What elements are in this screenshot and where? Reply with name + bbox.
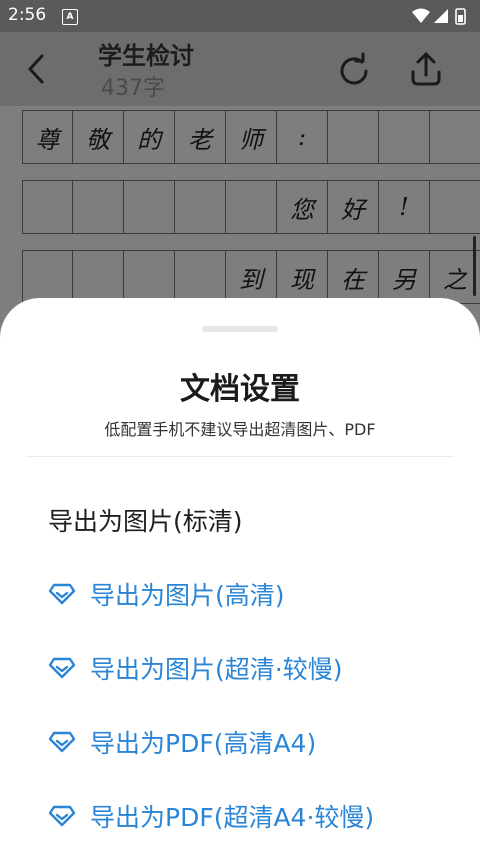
signal-icon xyxy=(434,9,448,23)
share-button[interactable] xyxy=(405,48,447,90)
sheet-title: 文档设置 xyxy=(180,372,300,407)
export-image-uhd-option[interactable]: 导出为图片(超清·较慢) xyxy=(48,648,342,688)
app-bar: 学生检讨 437字 xyxy=(0,32,480,106)
grid-cell xyxy=(22,251,73,303)
sheet-subtitle: 低配置手机不建议导出超清图片、PDF xyxy=(104,420,376,439)
export-image-hd-option[interactable]: 导出为图片(高清) xyxy=(48,574,285,614)
status-time: 2:56 xyxy=(8,5,47,25)
grid-cell xyxy=(73,251,124,303)
scrollbar[interactable] xyxy=(473,236,476,296)
export-pdf-uhd-option[interactable]: 导出为PDF(超清A4·较慢) xyxy=(48,796,374,836)
grid-cell xyxy=(379,111,430,163)
grid-cell xyxy=(328,111,379,163)
grid-cell: 您 xyxy=(277,181,328,233)
refresh-icon xyxy=(340,52,368,85)
grid-cell: 敬 xyxy=(73,111,124,163)
grid-cell: 在 xyxy=(328,251,379,303)
writing-grid: 尊 敬 的 老 师 : 您 好 ! 到 现 在 另 之 xyxy=(22,110,480,320)
divider xyxy=(26,456,454,457)
diamond-icon xyxy=(48,583,76,605)
document-settings-sheet: 文档设置 低配置手机不建议导出超清图片、PDF 导出为图片(标清) 导出为图片(… xyxy=(0,298,480,855)
grid-cell xyxy=(175,181,226,233)
grid-cell xyxy=(124,251,175,303)
option-label: 导出为PDF(超清A4·较慢) xyxy=(90,803,375,832)
wifi-icon xyxy=(412,8,430,23)
grid-cell: 老 xyxy=(175,111,226,163)
grid-cell: 师 xyxy=(226,111,277,163)
option-label: 导出为图片(高清) xyxy=(90,581,285,610)
grid-cell xyxy=(175,251,226,303)
status-bar: 2:56 A xyxy=(0,0,480,32)
grid-cell xyxy=(226,181,277,233)
export-pdf-hd-option[interactable]: 导出为PDF(高清A4) xyxy=(48,722,316,762)
grid-cell xyxy=(22,181,73,233)
grid-cell: 尊 xyxy=(22,111,73,163)
option-label: 导出为PDF(高清A4) xyxy=(90,729,317,758)
upload-icon xyxy=(411,52,441,86)
notification-icon: A xyxy=(62,9,78,25)
refresh-button[interactable] xyxy=(335,52,373,90)
grid-row: 到 现 在 另 之 xyxy=(22,250,480,304)
grid-cell xyxy=(430,111,480,163)
grid-cell xyxy=(430,181,480,233)
grid-cell: ! xyxy=(379,181,430,233)
grid-row: 您 好 ! xyxy=(22,180,480,234)
drag-handle[interactable] xyxy=(202,326,278,332)
grid-cell xyxy=(124,181,175,233)
grid-cell: : xyxy=(277,111,328,163)
diamond-icon xyxy=(48,805,76,827)
grid-cell: 的 xyxy=(124,111,175,163)
option-label: 导出为图片(超清·较慢) xyxy=(90,655,343,684)
status-icons xyxy=(410,7,470,29)
back-button[interactable] xyxy=(22,50,52,88)
option-label: 导出为图片(标清) xyxy=(48,507,243,536)
grid-cell xyxy=(73,181,124,233)
grid-row: 尊 敬 的 老 师 : xyxy=(22,110,480,164)
diamond-icon xyxy=(48,657,76,679)
back-arrow-icon xyxy=(28,54,44,84)
grid-cell: 另 xyxy=(379,251,430,303)
grid-cell: 现 xyxy=(277,251,328,303)
word-count: 437字 xyxy=(101,76,165,101)
diamond-icon xyxy=(48,731,76,753)
export-image-standard-option[interactable]: 导出为图片(标清) xyxy=(48,500,243,540)
grid-cell: 好 xyxy=(328,181,379,233)
document-title: 学生检讨 xyxy=(98,42,194,70)
grid-cell: 到 xyxy=(226,251,277,303)
